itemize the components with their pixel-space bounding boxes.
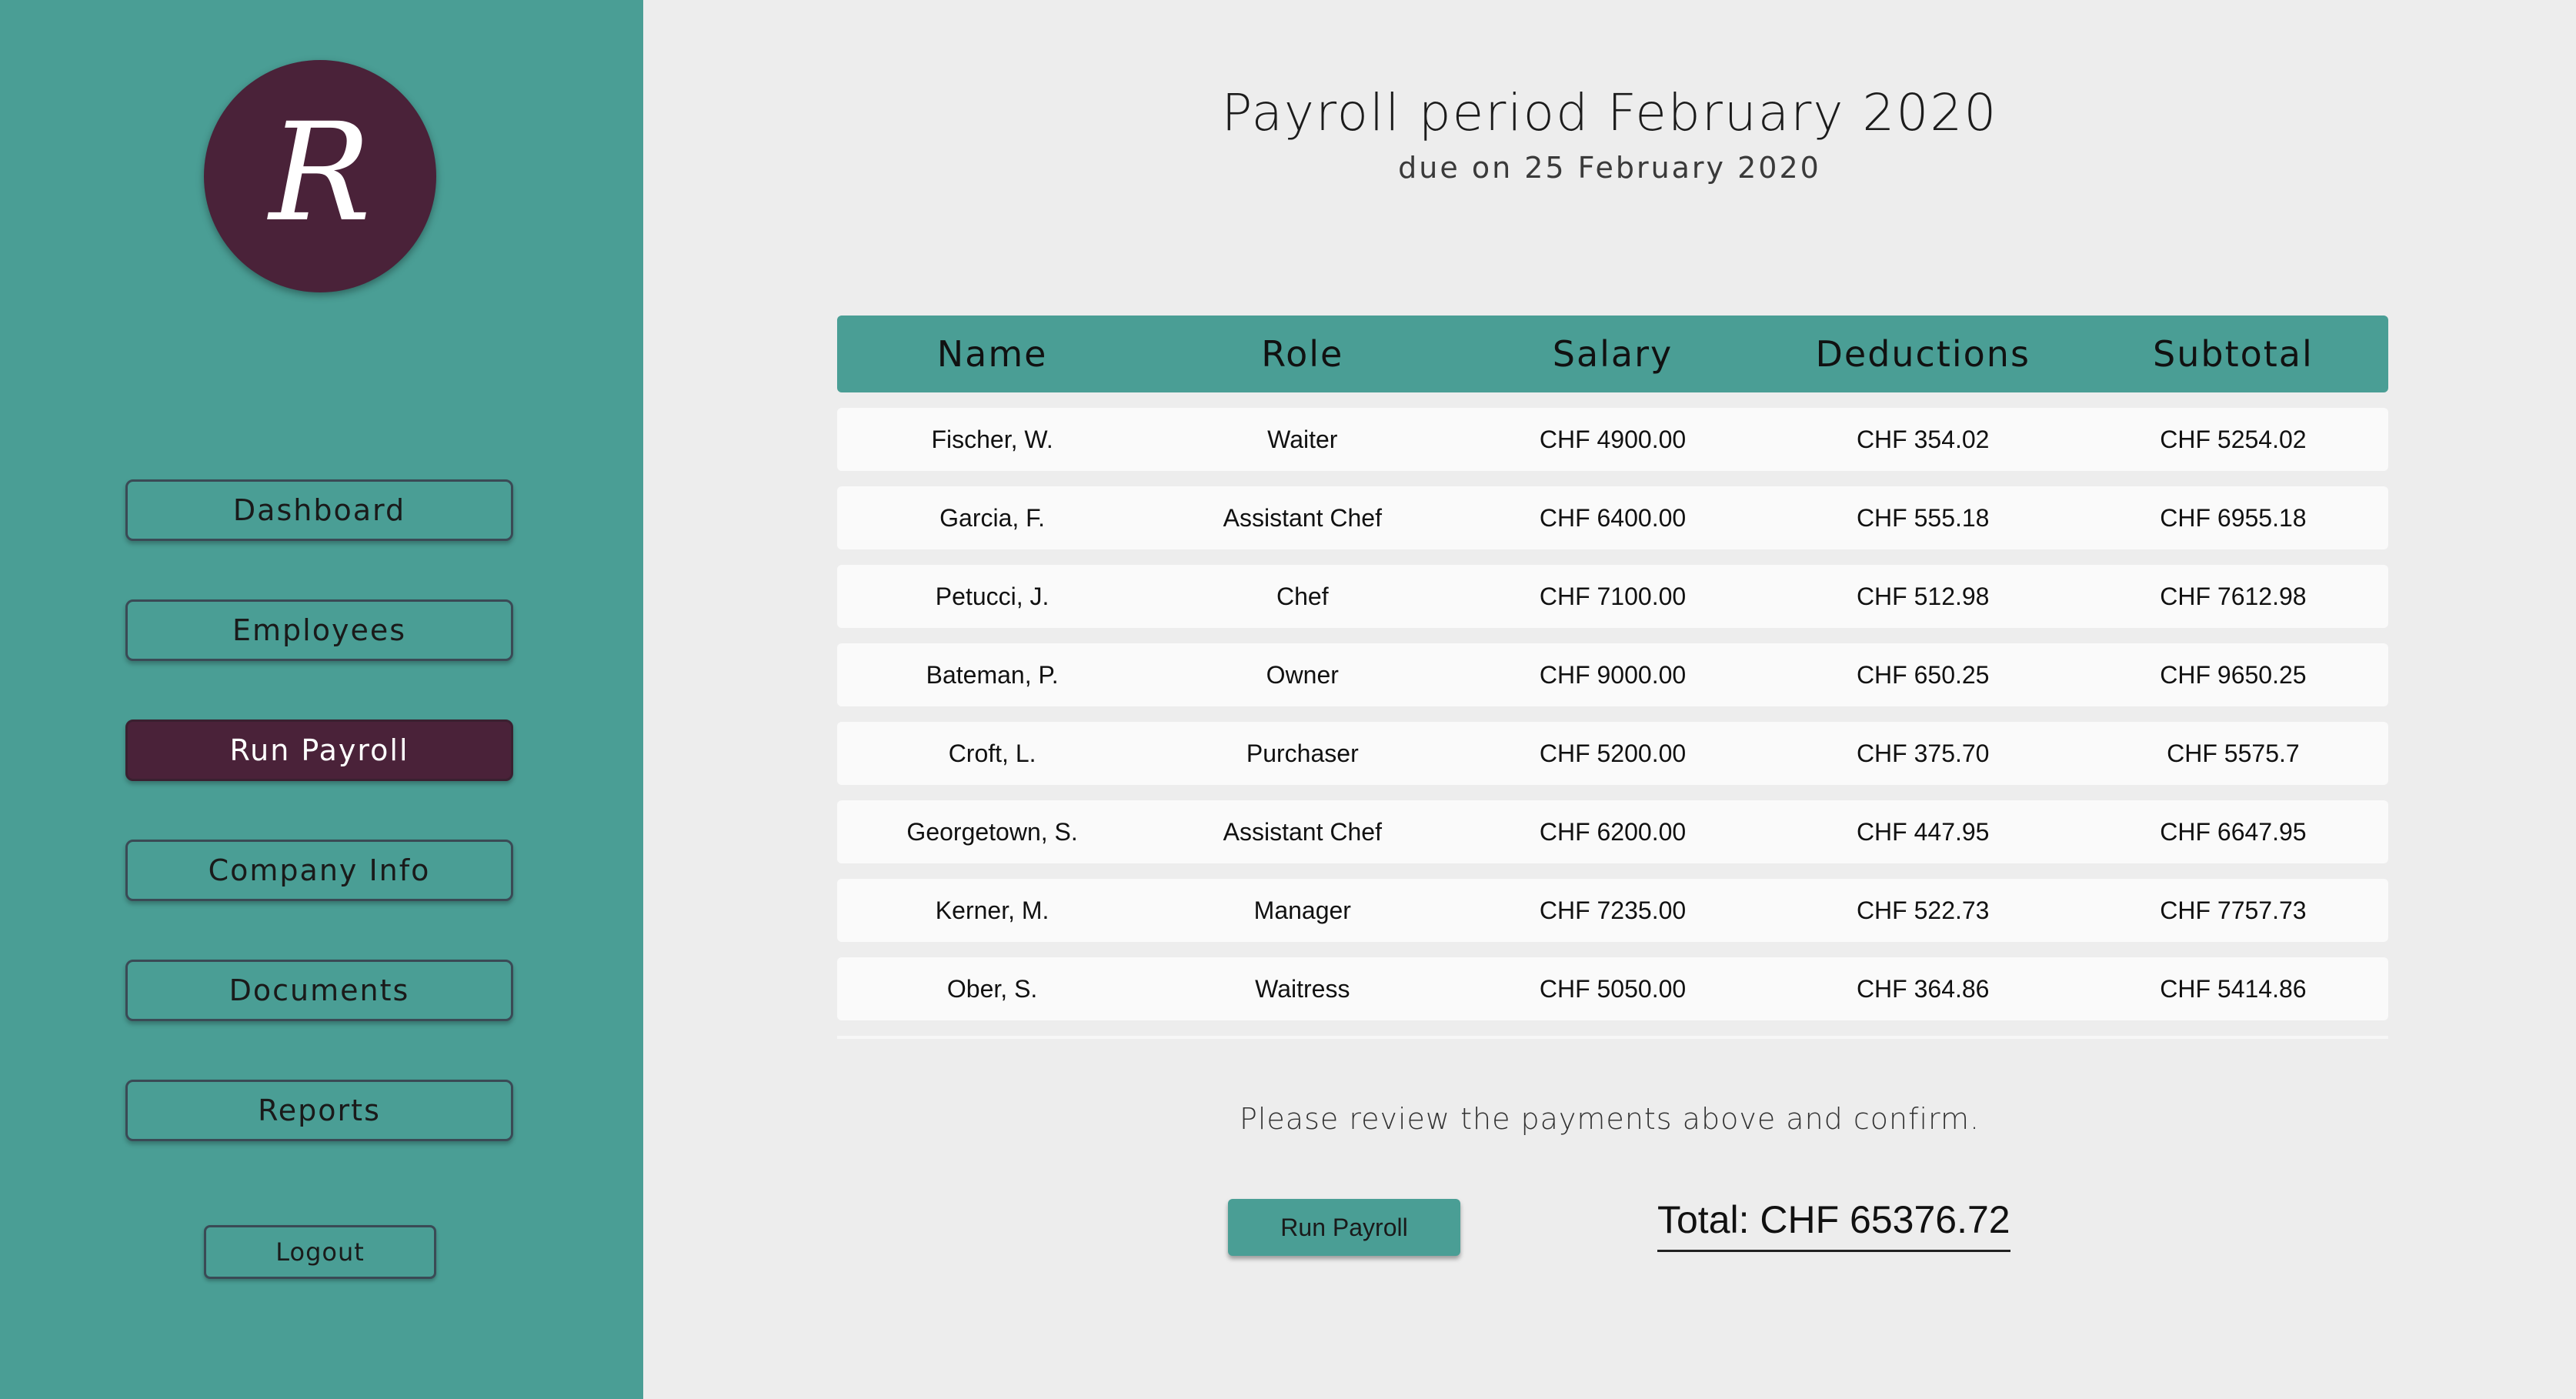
cell-role: Waiter bbox=[1267, 425, 1338, 453]
cell-salary: CHF 6400.00 bbox=[1539, 503, 1687, 532]
cell-role: Purchaser bbox=[1246, 739, 1359, 767]
cell-salary: CHF 4900.00 bbox=[1539, 425, 1687, 453]
page-title: Payroll period February 2020 bbox=[1221, 83, 1998, 142]
table-row: Petucci, J. Chef CHF 7100.00 CHF 512.98 … bbox=[837, 565, 2388, 628]
column-header-salary: Salary bbox=[1552, 333, 1673, 375]
cell-subtotal: CHF 6955.18 bbox=[2160, 503, 2307, 532]
table-bottom-divider bbox=[837, 1036, 2388, 1039]
cell-name: Kerner, M. bbox=[935, 896, 1049, 924]
cell-role: Assistant Chef bbox=[1223, 503, 1382, 532]
cell-salary: CHF 6200.00 bbox=[1539, 817, 1687, 846]
nav-run-payroll-button[interactable]: Run Payroll bbox=[125, 720, 513, 781]
nav-employees-button[interactable]: Employees bbox=[125, 599, 513, 661]
cell-subtotal: CHF 5254.02 bbox=[2160, 425, 2307, 453]
main-content: Payroll period February 2020 due on 25 F… bbox=[643, 0, 2576, 1399]
cell-name: Georgetown, S. bbox=[906, 817, 1078, 846]
cell-role: Chef bbox=[1276, 582, 1329, 610]
cell-name: Fischer, W. bbox=[931, 425, 1053, 453]
logout-button[interactable]: Logout bbox=[204, 1225, 436, 1279]
cell-name: Garcia, F. bbox=[939, 503, 1046, 532]
nav-dashboard-button[interactable]: Dashboard bbox=[125, 479, 513, 541]
cell-deductions: CHF 650.25 bbox=[1856, 660, 1990, 689]
table-row: Ober, S. Waitress CHF 5050.00 CHF 364.86… bbox=[837, 957, 2388, 1020]
cell-salary: CHF 7100.00 bbox=[1539, 582, 1687, 610]
cell-subtotal: CHF 7612.98 bbox=[2160, 582, 2307, 610]
column-header-subtotal: Subtotal bbox=[2153, 333, 2314, 375]
cell-deductions: CHF 354.02 bbox=[1856, 425, 1990, 453]
cell-subtotal: CHF 7757.73 bbox=[2160, 896, 2307, 924]
table-header: Name Role Salary Deductions Subtotal bbox=[837, 316, 2388, 392]
table-row: Croft, L. Purchaser CHF 5200.00 CHF 375.… bbox=[837, 722, 2388, 785]
nav-company-info-button[interactable]: Company Info bbox=[125, 840, 513, 901]
cell-deductions: CHF 447.95 bbox=[1856, 817, 1990, 846]
cell-name: Ober, S. bbox=[946, 974, 1038, 1003]
cell-subtotal: CHF 6647.95 bbox=[2160, 817, 2307, 846]
payroll-total: Total: CHF 65376.72 bbox=[1657, 1197, 2010, 1252]
cell-name: Petucci, J. bbox=[935, 582, 1049, 610]
table-row: Fischer, W. Waiter CHF 4900.00 CHF 354.0… bbox=[837, 408, 2388, 471]
page-subtitle: due on 25 February 2020 bbox=[1398, 151, 1821, 185]
cell-role: Owner bbox=[1266, 660, 1339, 689]
cell-subtotal: CHF 9650.25 bbox=[2160, 660, 2307, 689]
cell-salary: CHF 5050.00 bbox=[1539, 974, 1687, 1003]
cell-name: Bateman, P. bbox=[926, 660, 1059, 689]
table-row: Kerner, M. Manager CHF 7235.00 CHF 522.7… bbox=[837, 879, 2388, 942]
cell-subtotal: CHF 5414.86 bbox=[2160, 974, 2307, 1003]
cell-salary: CHF 5200.00 bbox=[1539, 739, 1687, 767]
run-payroll-button[interactable]: Run Payroll bbox=[1228, 1199, 1460, 1256]
app: R Dashboard Employees Run Payroll Compan… bbox=[0, 0, 2576, 1399]
cell-deductions: CHF 522.73 bbox=[1856, 896, 1990, 924]
cell-salary: CHF 9000.00 bbox=[1539, 660, 1687, 689]
cell-deductions: CHF 364.86 bbox=[1856, 974, 1990, 1003]
cell-name: Croft, L. bbox=[948, 739, 1036, 767]
cell-deductions: CHF 512.98 bbox=[1856, 582, 1990, 610]
column-header-name: Name bbox=[936, 333, 1048, 375]
company-logo: R bbox=[204, 60, 436, 292]
table-row: Garcia, F. Assistant Chef CHF 6400.00 CH… bbox=[837, 486, 2388, 549]
cell-role: Manager bbox=[1253, 896, 1351, 924]
table-row: Georgetown, S. Assistant Chef CHF 6200.0… bbox=[837, 800, 2388, 863]
cell-deductions: CHF 555.18 bbox=[1856, 503, 1990, 532]
table-row: Bateman, P. Owner CHF 9000.00 CHF 650.25… bbox=[837, 643, 2388, 706]
column-header-role: Role bbox=[1261, 333, 1344, 375]
review-message: Please review the payments above and con… bbox=[1239, 1102, 1980, 1136]
logo-letter: R bbox=[269, 94, 372, 252]
cell-deductions: CHF 375.70 bbox=[1856, 739, 1990, 767]
nav-reports-button[interactable]: Reports bbox=[125, 1080, 513, 1141]
column-header-deductions: Deductions bbox=[1815, 333, 2030, 375]
cell-salary: CHF 7235.00 bbox=[1539, 896, 1687, 924]
cell-role: Waitress bbox=[1255, 974, 1350, 1003]
nav-documents-button[interactable]: Documents bbox=[125, 960, 513, 1021]
cell-subtotal: CHF 5575.7 bbox=[2167, 739, 2300, 767]
sidebar: R Dashboard Employees Run Payroll Compan… bbox=[0, 0, 643, 1399]
payroll-table: Name Role Salary Deductions Subtotal Fis… bbox=[837, 316, 2388, 1039]
cell-role: Assistant Chef bbox=[1223, 817, 1382, 846]
